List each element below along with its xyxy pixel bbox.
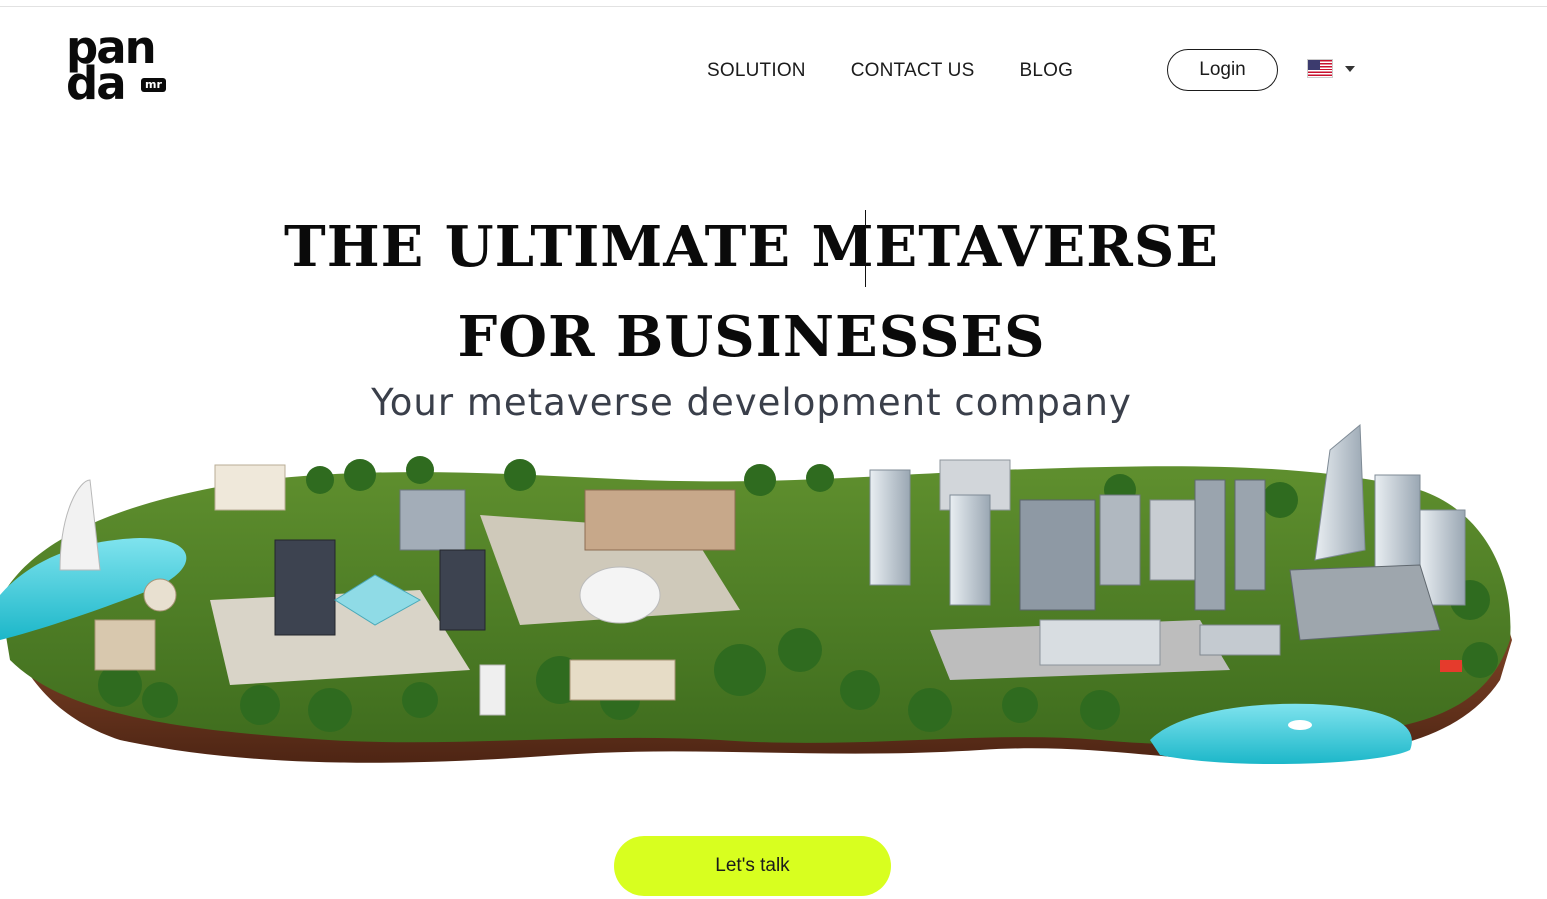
metaverse-city-island-image xyxy=(0,423,1512,765)
top-divider xyxy=(0,6,1547,7)
nav-link-blog[interactable]: BLOG xyxy=(1019,60,1073,82)
logo-badge: mr xyxy=(141,78,166,92)
nav-link-solution[interactable]: SOLUTION xyxy=(707,60,806,82)
caret-down-icon xyxy=(1345,65,1355,72)
hero-title-line2: FOR BUSINESSES xyxy=(457,304,1046,370)
us-flag-icon xyxy=(1307,59,1333,78)
nav-link-contact-us[interactable]: CONTACT US xyxy=(851,60,975,82)
hero-subtitle: Your metaverse development company xyxy=(371,381,1132,424)
hero-title-line1: THE ULTIMATE METAVERSE xyxy=(284,214,1219,280)
panda-mr-logo[interactable]: pan da mr xyxy=(66,25,176,112)
text-cursor xyxy=(865,210,866,287)
main-nav: SOLUTION CONTACT US BLOG xyxy=(707,60,1118,82)
login-button[interactable]: Login xyxy=(1167,49,1278,91)
language-selector[interactable] xyxy=(1307,59,1355,78)
lets-talk-button[interactable]: Let's talk xyxy=(614,836,891,896)
